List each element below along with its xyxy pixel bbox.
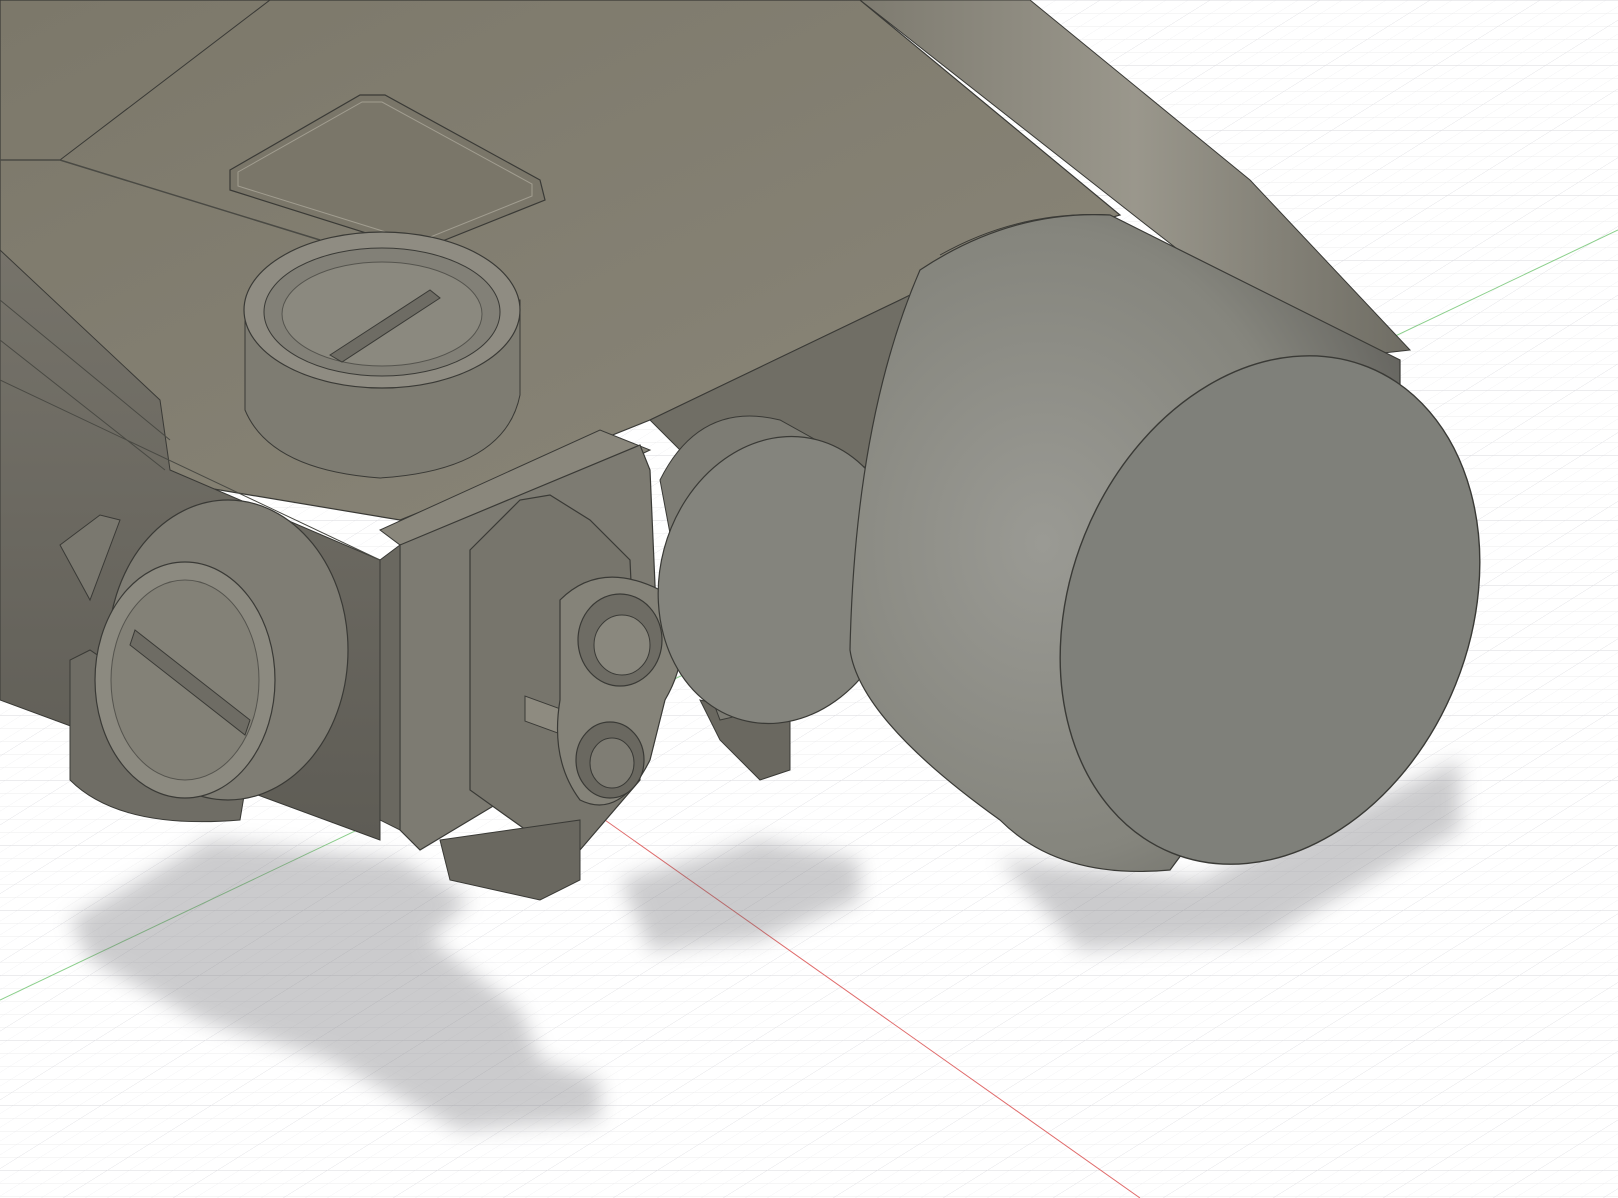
viewport-canvas[interactable] (0, 0, 1618, 1198)
top-knob[interactable] (243, 231, 521, 479)
design-viewport[interactable] (0, 0, 1618, 1198)
